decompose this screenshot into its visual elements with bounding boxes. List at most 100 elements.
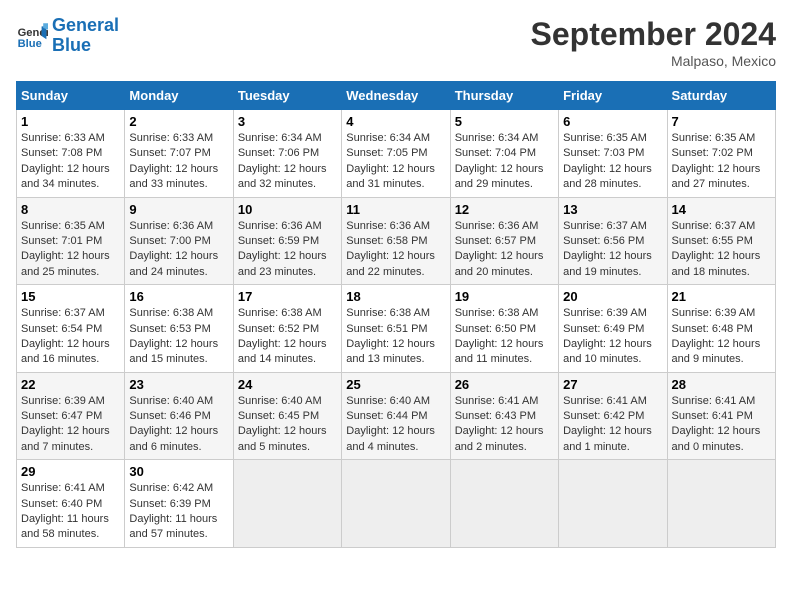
week-row-2: 8Sunrise: 6:35 AM Sunset: 7:01 PM Daylig…	[17, 197, 776, 285]
logo-text: GeneralBlue	[52, 16, 119, 56]
day-number: 7	[672, 114, 771, 129]
day-info: Sunrise: 6:42 AM Sunset: 6:39 PM Dayligh…	[129, 481, 228, 543]
day-cell: 14 Sunrise: 6:37 AM Sunset: 6:55 PM Dayli…	[667, 197, 775, 285]
month-title: September 2024	[531, 16, 776, 53]
day-info: Sunrise: 6:35 AM Sunset: 7:03 PM Dayligh…	[563, 131, 662, 193]
page-header: General Blue GeneralBlue September 2024 …	[16, 16, 776, 69]
day-number: 16	[129, 289, 228, 304]
day-info: Sunrise: 6:34 AM Sunset: 7:06 PM Dayligh…	[238, 131, 337, 193]
day-cell	[342, 460, 450, 548]
day-cell: 30 Sunrise: 6:42 AM Sunset: 6:39 PM Dayli…	[125, 460, 233, 548]
day-cell: 28 Sunrise: 6:41 AM Sunset: 6:41 PM Dayli…	[667, 372, 775, 460]
day-info: Sunrise: 6:33 AM Sunset: 7:07 PM Dayligh…	[129, 131, 228, 193]
title-block: September 2024 Malpaso, Mexico	[531, 16, 776, 69]
day-number: 20	[563, 289, 662, 304]
day-number: 18	[346, 289, 445, 304]
week-row-1: 1 Sunrise: 6:33 AM Sunset: 7:08 PM Daylig…	[17, 110, 776, 198]
day-cell: 8Sunrise: 6:35 AM Sunset: 7:01 PM Daylig…	[17, 197, 125, 285]
weekday-header-saturday: Saturday	[667, 82, 775, 110]
weekday-header-wednesday: Wednesday	[342, 82, 450, 110]
day-info: Sunrise: 6:35 AM Sunset: 7:01 PM Dayligh…	[21, 219, 120, 281]
day-number: 23	[129, 377, 228, 392]
day-info: Sunrise: 6:39 AM Sunset: 6:48 PM Dayligh…	[672, 306, 771, 368]
day-info: Sunrise: 6:37 AM Sunset: 6:56 PM Dayligh…	[563, 219, 662, 281]
weekday-header-row: SundayMondayTuesdayWednesdayThursdayFrid…	[17, 82, 776, 110]
day-number: 10	[238, 202, 337, 217]
day-info: Sunrise: 6:39 AM Sunset: 6:47 PM Dayligh…	[21, 394, 120, 456]
day-cell: 1 Sunrise: 6:33 AM Sunset: 7:08 PM Daylig…	[17, 110, 125, 198]
day-number: 29	[21, 464, 120, 479]
weekday-header-friday: Friday	[559, 82, 667, 110]
day-info: Sunrise: 6:36 AM Sunset: 6:58 PM Dayligh…	[346, 219, 445, 281]
day-number: 27	[563, 377, 662, 392]
day-cell: 20 Sunrise: 6:39 AM Sunset: 6:49 PM Dayli…	[559, 285, 667, 373]
day-cell: 4 Sunrise: 6:34 AM Sunset: 7:05 PM Daylig…	[342, 110, 450, 198]
day-cell: 7 Sunrise: 6:35 AM Sunset: 7:02 PM Daylig…	[667, 110, 775, 198]
logo-icon: General Blue	[16, 20, 48, 52]
day-number: 26	[455, 377, 554, 392]
day-cell: 16Sunrise: 6:38 AM Sunset: 6:53 PM Dayli…	[125, 285, 233, 373]
week-row-5: 29 Sunrise: 6:41 AM Sunset: 6:40 PM Dayli…	[17, 460, 776, 548]
day-info: Sunrise: 6:34 AM Sunset: 7:04 PM Dayligh…	[455, 131, 554, 193]
day-cell: 25 Sunrise: 6:40 AM Sunset: 6:44 PM Dayli…	[342, 372, 450, 460]
day-info: Sunrise: 6:41 AM Sunset: 6:40 PM Dayligh…	[21, 481, 120, 543]
day-cell: 13 Sunrise: 6:37 AM Sunset: 6:56 PM Dayli…	[559, 197, 667, 285]
day-cell: 24 Sunrise: 6:40 AM Sunset: 6:45 PM Dayli…	[233, 372, 341, 460]
day-info: Sunrise: 6:39 AM Sunset: 6:49 PM Dayligh…	[563, 306, 662, 368]
day-number: 14	[672, 202, 771, 217]
weekday-header-tuesday: Tuesday	[233, 82, 341, 110]
day-number: 9	[129, 202, 228, 217]
day-cell: 15Sunrise: 6:37 AM Sunset: 6:54 PM Dayli…	[17, 285, 125, 373]
day-number: 25	[346, 377, 445, 392]
day-cell	[233, 460, 341, 548]
day-info: Sunrise: 6:33 AM Sunset: 7:08 PM Dayligh…	[21, 131, 120, 193]
day-info: Sunrise: 6:34 AM Sunset: 7:05 PM Dayligh…	[346, 131, 445, 193]
day-info: Sunrise: 6:38 AM Sunset: 6:51 PM Dayligh…	[346, 306, 445, 368]
day-number: 22	[21, 377, 120, 392]
day-info: Sunrise: 6:36 AM Sunset: 6:59 PM Dayligh…	[238, 219, 337, 281]
calendar-table: SundayMondayTuesdayWednesdayThursdayFrid…	[16, 81, 776, 548]
weekday-header-sunday: Sunday	[17, 82, 125, 110]
day-info: Sunrise: 6:41 AM Sunset: 6:42 PM Dayligh…	[563, 394, 662, 456]
day-info: Sunrise: 6:35 AM Sunset: 7:02 PM Dayligh…	[672, 131, 771, 193]
day-cell: 5 Sunrise: 6:34 AM Sunset: 7:04 PM Daylig…	[450, 110, 558, 198]
day-cell: 17Sunrise: 6:38 AM Sunset: 6:52 PM Dayli…	[233, 285, 341, 373]
day-cell: 10 Sunrise: 6:36 AM Sunset: 6:59 PM Dayli…	[233, 197, 341, 285]
day-info: Sunrise: 6:36 AM Sunset: 7:00 PM Dayligh…	[129, 219, 228, 281]
day-info: Sunrise: 6:40 AM Sunset: 6:46 PM Dayligh…	[129, 394, 228, 456]
day-number: 17	[238, 289, 337, 304]
day-number: 12	[455, 202, 554, 217]
day-info: Sunrise: 6:40 AM Sunset: 6:44 PM Dayligh…	[346, 394, 445, 456]
day-info: Sunrise: 6:37 AM Sunset: 6:55 PM Dayligh…	[672, 219, 771, 281]
day-info: Sunrise: 6:40 AM Sunset: 6:45 PM Dayligh…	[238, 394, 337, 456]
day-number: 6	[563, 114, 662, 129]
svg-text:Blue: Blue	[18, 38, 42, 50]
day-number: 24	[238, 377, 337, 392]
day-info: Sunrise: 6:41 AM Sunset: 6:41 PM Dayligh…	[672, 394, 771, 456]
day-number: 4	[346, 114, 445, 129]
week-row-3: 15Sunrise: 6:37 AM Sunset: 6:54 PM Dayli…	[17, 285, 776, 373]
day-cell: 6 Sunrise: 6:35 AM Sunset: 7:03 PM Daylig…	[559, 110, 667, 198]
day-cell	[667, 460, 775, 548]
week-row-4: 22 Sunrise: 6:39 AM Sunset: 6:47 PM Dayli…	[17, 372, 776, 460]
day-number: 5	[455, 114, 554, 129]
day-number: 28	[672, 377, 771, 392]
day-cell	[559, 460, 667, 548]
day-number: 21	[672, 289, 771, 304]
logo: General Blue GeneralBlue	[16, 16, 119, 56]
day-cell: 11 Sunrise: 6:36 AM Sunset: 6:58 PM Dayli…	[342, 197, 450, 285]
day-cell: 2 Sunrise: 6:33 AM Sunset: 7:07 PM Daylig…	[125, 110, 233, 198]
weekday-header-monday: Monday	[125, 82, 233, 110]
day-number: 2	[129, 114, 228, 129]
day-number: 30	[129, 464, 228, 479]
day-number: 11	[346, 202, 445, 217]
day-cell: 18 Sunrise: 6:38 AM Sunset: 6:51 PM Dayli…	[342, 285, 450, 373]
day-cell: 29 Sunrise: 6:41 AM Sunset: 6:40 PM Dayli…	[17, 460, 125, 548]
day-cell: 27 Sunrise: 6:41 AM Sunset: 6:42 PM Dayli…	[559, 372, 667, 460]
day-cell: 3Sunrise: 6:34 AM Sunset: 7:06 PM Daylig…	[233, 110, 341, 198]
day-number: 13	[563, 202, 662, 217]
day-number: 1	[21, 114, 120, 129]
day-info: Sunrise: 6:41 AM Sunset: 6:43 PM Dayligh…	[455, 394, 554, 456]
weekday-header-thursday: Thursday	[450, 82, 558, 110]
location: Malpaso, Mexico	[531, 53, 776, 69]
